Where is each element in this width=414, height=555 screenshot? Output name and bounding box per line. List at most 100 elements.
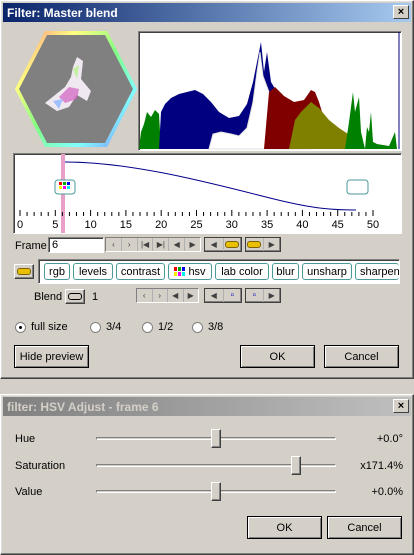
- axis-tick-label: 15: [120, 219, 132, 231]
- chip-rgb[interactable]: rgb: [44, 263, 70, 280]
- axis-tick-label: 40: [296, 219, 308, 231]
- radio-three-quarter[interactable]: 3/4: [90, 321, 121, 333]
- screen: Filter: Master blend × 0 5 10 15 20 25 3…: [0, 0, 414, 555]
- chip-hsv[interactable]: hsv: [168, 263, 212, 280]
- chip-contrast[interactable]: contrast: [116, 263, 165, 280]
- chip-label: sharpen: [360, 265, 399, 278]
- axis-tick-label: 45: [332, 219, 344, 231]
- radio-label: 3/4: [106, 321, 122, 333]
- prev-frame-icon[interactable]: ‹: [137, 289, 153, 302]
- histogram-graph: [139, 32, 400, 150]
- radio-label: 3/8: [208, 321, 224, 333]
- button-label: Cancel: [344, 350, 379, 363]
- axis-tick-label: 0: [17, 219, 23, 231]
- chip-blur[interactable]: blur: [272, 263, 299, 280]
- blend-next-key-button[interactable]: ▫ ▶: [245, 288, 281, 303]
- radio-indicator: [192, 321, 203, 333]
- color-grid-icon: [174, 266, 186, 276]
- key-icon: [17, 268, 31, 275]
- axis-tick-label: 30: [226, 219, 238, 231]
- blend-curve[interactable]: [64, 161, 357, 211]
- hsv-ok-button[interactable]: OK: [247, 516, 322, 539]
- radio-indicator: [15, 321, 26, 333]
- radio-three-eighths[interactable]: 3/8: [192, 321, 223, 333]
- blend-value: 1: [92, 291, 99, 303]
- blend-label: Blend: [34, 291, 63, 303]
- keyframe-square-icon: ▫: [230, 290, 235, 301]
- window-title: Filter: Master blend: [7, 5, 118, 20]
- right-arrow-icon: ▶: [268, 240, 275, 249]
- hue-value: +0.0°: [376, 433, 403, 445]
- hsv-cancel-button[interactable]: Cancel: [327, 516, 402, 539]
- button-label: OK: [276, 521, 293, 534]
- radio-full-size[interactable]: full size: [15, 321, 68, 333]
- slider-thumb[interactable]: [211, 429, 221, 448]
- next-keyframe-button[interactable]: ▶: [245, 237, 281, 252]
- next-frame-icon[interactable]: ›: [153, 289, 168, 302]
- radio-indicator: [90, 321, 101, 333]
- prev-key-icon[interactable]: ◀: [169, 238, 186, 251]
- blend-curve-graph[interactable]: 0 5 10 15 20 25 30 35 40 45 50: [14, 154, 401, 233]
- radio-half[interactable]: 1/2: [142, 321, 173, 333]
- blend-key-button[interactable]: [65, 289, 85, 304]
- frame-label: Frame: [15, 240, 47, 252]
- chip-unsharp[interactable]: unsharp: [302, 263, 352, 280]
- chip-label: rgb: [49, 265, 65, 278]
- next-key-icon[interactable]: ▶: [185, 238, 200, 251]
- key-icon: [246, 238, 264, 251]
- cancel-button[interactable]: Cancel: [324, 345, 399, 368]
- chip-label: levels: [78, 265, 108, 278]
- chip-lab-color[interactable]: lab color: [215, 263, 269, 280]
- blend-prev-key-button[interactable]: ◀ ▫: [204, 288, 242, 303]
- chip-label: hsv: [188, 265, 206, 278]
- radio-label: 1/2: [158, 321, 174, 333]
- close-icon: ×: [397, 5, 405, 18]
- keyframe-node-end[interactable]: [346, 179, 369, 195]
- blend-nav-buttons[interactable]: ‹ › ◀ ▶: [136, 288, 199, 303]
- next-key-icon[interactable]: ▶: [184, 289, 199, 302]
- blend-curve-panel[interactable]: 0 5 10 15 20 25 30 35 40 45 50: [13, 153, 402, 234]
- first-frame-icon[interactable]: |◀: [138, 238, 154, 251]
- value-slider[interactable]: [96, 482, 336, 501]
- hsv-adjust-window: filter: HSV Adjust - frame 6 × Hue +0.0°…: [0, 394, 414, 555]
- button-label: Cancel: [347, 521, 382, 534]
- saturation-slider[interactable]: [96, 456, 336, 475]
- right-arrow-icon: ▶: [268, 291, 275, 300]
- curve-axis: 0 5 10 15 20 25 30 35 40 45 50: [17, 210, 379, 231]
- master-blend-titlebar[interactable]: Filter: Master blend ×: [3, 3, 411, 22]
- color-hexagon-view: [15, 31, 137, 147]
- keyframe-square-icon: ▫: [246, 289, 264, 302]
- keyframe-toggle-button[interactable]: [14, 264, 34, 279]
- axis-tick-label: 5: [52, 219, 58, 231]
- axis-tick-label: 20: [155, 219, 167, 231]
- hue-slider[interactable]: [96, 429, 336, 448]
- slider-thumb[interactable]: [291, 456, 301, 475]
- prev-frame-icon[interactable]: ‹: [106, 238, 122, 251]
- last-frame-icon[interactable]: ▶|: [153, 238, 170, 251]
- prev-key-icon[interactable]: ◀: [168, 289, 184, 302]
- next-frame-icon[interactable]: ›: [122, 238, 138, 251]
- close-button[interactable]: ×: [393, 5, 409, 19]
- hsv-titlebar[interactable]: filter: HSV Adjust - frame 6 ×: [3, 397, 411, 416]
- value-value: +0.0%: [371, 486, 404, 498]
- hue-label: Hue: [15, 433, 36, 445]
- axis-tick-label: 25: [190, 219, 202, 231]
- chip-label: unsharp: [307, 265, 347, 278]
- key-icon: [68, 293, 82, 300]
- frame-input[interactable]: 6: [48, 237, 104, 253]
- window-title: filter: HSV Adjust - frame 6: [7, 399, 159, 414]
- ok-button[interactable]: OK: [240, 345, 315, 368]
- chip-levels[interactable]: levels: [73, 263, 113, 280]
- prev-keyframe-button[interactable]: ◀: [204, 237, 242, 252]
- value-label: Value: [15, 486, 43, 498]
- left-arrow-icon: ◀: [205, 289, 224, 302]
- slider-thumb[interactable]: [211, 482, 221, 501]
- frame-nav-buttons[interactable]: ‹ › |◀ ▶| ◀ ▶: [105, 237, 201, 252]
- hide-preview-button[interactable]: Hide preview: [14, 345, 89, 368]
- axis-tick-label: 50: [367, 219, 379, 231]
- keyframe-node-start[interactable]: [54, 179, 76, 195]
- chip-sharpen[interactable]: sharpen: [355, 263, 399, 280]
- close-icon: ×: [397, 399, 405, 412]
- button-label: Hide preview: [19, 350, 84, 363]
- close-button[interactable]: ×: [393, 399, 409, 413]
